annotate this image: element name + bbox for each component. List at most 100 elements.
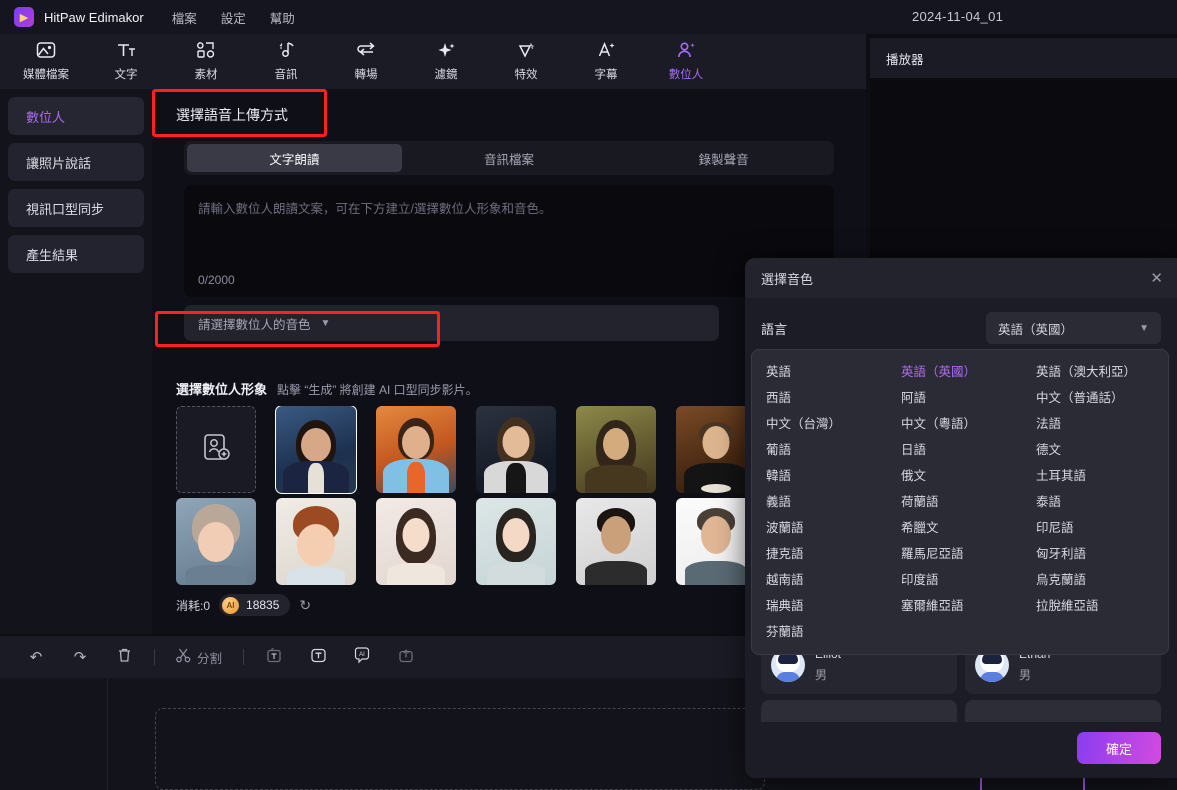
close-icon[interactable]: ✕ xyxy=(1150,269,1163,287)
language-option-30[interactable]: 芬蘭語 xyxy=(752,619,887,645)
delete-button[interactable] xyxy=(102,642,146,672)
crop-button[interactable] xyxy=(252,642,296,672)
language-option-4[interactable]: 阿語 xyxy=(887,385,1022,411)
language-option-1[interactable]: 英語（英國） xyxy=(887,359,1022,385)
language-option-28[interactable]: 塞爾維亞語 xyxy=(887,593,1022,619)
ribbon-label-text: 文字 xyxy=(114,69,138,81)
text-button[interactable] xyxy=(296,642,340,672)
language-option-11[interactable]: 德文 xyxy=(1022,437,1162,463)
avatar-card-asian-woman-2[interactable] xyxy=(476,498,556,585)
trash-icon xyxy=(117,647,132,667)
language-option-19[interactable]: 希臘文 xyxy=(887,515,1022,541)
ribbon-tool-text[interactable]: 文字 xyxy=(92,41,160,82)
ribbon-tool-assets[interactable]: 素材 xyxy=(172,41,240,82)
language-option-17[interactable]: 泰語 xyxy=(1022,489,1162,515)
language-option-16[interactable]: 荷蘭語 xyxy=(887,489,1022,515)
language-option-9[interactable]: 葡語 xyxy=(752,437,887,463)
language-option-29[interactable]: 拉脫維亞語 xyxy=(1022,593,1162,619)
language-option-27[interactable]: 瑞典語 xyxy=(752,593,887,619)
language-option-26[interactable]: 烏克蘭語 xyxy=(1022,567,1162,593)
sidebar-item-video-lipsync[interactable]: 視訊口型同步 xyxy=(8,189,144,227)
menu-item-help[interactable]: 幫助 xyxy=(270,8,295,27)
avatar-card-asian-woman-1[interactable] xyxy=(376,498,456,585)
tab-audio-file[interactable]: 音訊檔案 xyxy=(402,144,617,172)
ribbon-tool-audio[interactable]: 音訊 xyxy=(252,41,320,82)
ribbon-tool-transition[interactable]: 轉場 xyxy=(332,41,400,82)
language-option-15[interactable]: 義語 xyxy=(752,489,887,515)
language-option-10[interactable]: 日語 xyxy=(887,437,1022,463)
tab-text-to-speech[interactable]: 文字朗讀 xyxy=(187,144,402,172)
tab-label-audio: 音訊檔案 xyxy=(484,152,535,167)
avatar-card-mona-lisa[interactable] xyxy=(576,406,656,493)
language-option-21[interactable]: 捷克語 xyxy=(752,541,887,567)
language-option-22[interactable]: 羅馬尼亞語 xyxy=(887,541,1022,567)
avatar-card-man-glasses-dark[interactable] xyxy=(576,498,656,585)
avatar-card-cartoon-girl-glasses[interactable] xyxy=(176,498,256,585)
tab-label-record: 錄製聲音 xyxy=(698,152,749,167)
confirm-button[interactable]: 確定 xyxy=(1077,732,1161,764)
sidebar-label-photo-talk: 讓照片說話 xyxy=(26,155,92,171)
voice-card-partial-1[interactable] xyxy=(761,700,957,722)
modal-title: 選擇音色 xyxy=(761,271,814,287)
ai-button[interactable]: AI xyxy=(340,642,384,672)
avatar-card-shakespeare[interactable] xyxy=(676,406,756,493)
language-select[interactable]: 英語（英國） ▼ xyxy=(986,312,1161,344)
redo-button[interactable]: ↷ xyxy=(58,642,102,672)
refresh-icon[interactable]: ↻ xyxy=(299,597,311,614)
timeline-drop-zone[interactable] xyxy=(155,708,765,790)
language-option-23[interactable]: 匈牙利語 xyxy=(1022,541,1162,567)
ribbon-tool-subtitle[interactable]: 字幕 xyxy=(572,41,640,82)
language-option-13[interactable]: 俄文 xyxy=(887,463,1022,489)
add-avatar-card[interactable] xyxy=(176,406,256,493)
app-title: HitPaw Edimakor xyxy=(44,9,144,25)
tab-record-voice[interactable]: 錄製聲音 xyxy=(616,144,831,172)
menu-item-file[interactable]: 檔案 xyxy=(172,8,197,27)
menu-item-settings[interactable]: 設定 xyxy=(221,8,246,27)
export-clip-button[interactable] xyxy=(384,642,428,672)
credits-pill[interactable]: AI 18835 xyxy=(219,594,291,616)
crop-text-icon xyxy=(266,647,282,667)
ribbon-label-subtitle: 字幕 xyxy=(594,69,618,81)
voice-select-dropdown[interactable]: 請選擇數位人的音色 ▼ xyxy=(184,305,719,341)
sidebar-label-results: 產生結果 xyxy=(26,247,79,263)
voice-card-partial-2[interactable] xyxy=(965,700,1161,722)
ribbon-label-assets: 素材 xyxy=(194,69,218,81)
sidebar-item-digital-human[interactable]: 數位人 xyxy=(8,97,144,135)
language-option-2[interactable]: 英語（澳大利亞） xyxy=(1022,359,1162,385)
script-textarea[interactable]: 請輸入數位人朗讀文案，可在下方建立/選擇數位人形象和音色。 0/2000 xyxy=(184,185,834,297)
language-option-0[interactable]: 英語 xyxy=(752,359,887,385)
language-option-25[interactable]: 印度語 xyxy=(887,567,1022,593)
ribbon-label-media: 媒體檔案 xyxy=(23,69,69,81)
undo-button[interactable]: ↶ xyxy=(14,642,58,672)
avatar-card-businesswoman-navy[interactable] xyxy=(275,406,357,494)
language-option-5[interactable]: 中文（普通話） xyxy=(1022,385,1162,411)
avatar-card-woman-blue-blazer[interactable] xyxy=(376,406,456,493)
avatar-card-man-glasses-grey[interactable] xyxy=(676,498,756,585)
svg-text:AI: AI xyxy=(359,652,365,658)
language-option-14[interactable]: 土耳其語 xyxy=(1022,463,1162,489)
ribbon-tool-filter[interactable]: 濾鏡 xyxy=(412,41,480,82)
chevron-down-icon: ▼ xyxy=(320,317,331,329)
avatar-card-woman-white-jacket[interactable] xyxy=(476,406,556,493)
language-option-20[interactable]: 印尼語 xyxy=(1022,515,1162,541)
language-option-24[interactable]: 越南語 xyxy=(752,567,887,593)
sidebar-item-photo-talk[interactable]: 讓照片說話 xyxy=(8,143,144,181)
language-option-7[interactable]: 中文（粵語） xyxy=(887,411,1022,437)
split-button[interactable]: 分割 xyxy=(163,642,235,672)
ribbon-tool-effects[interactable]: 特效 xyxy=(492,41,560,82)
panel-title: 選擇語音上傳方式 xyxy=(152,89,866,141)
scissors-icon xyxy=(176,648,191,666)
language-option-3[interactable]: 西語 xyxy=(752,385,887,411)
language-option-18[interactable]: 波蘭語 xyxy=(752,515,887,541)
script-placeholder: 請輸入數位人朗讀文案，可在下方建立/選擇數位人形象和音色。 xyxy=(198,202,552,216)
credits-bar: 消耗:0 AI 18835 ↻ xyxy=(176,594,311,616)
sidebar-item-results[interactable]: 產生結果 xyxy=(8,235,144,273)
ribbon-tool-digital-human[interactable]: 數位人 xyxy=(652,41,720,82)
ribbon-tool-media[interactable]: 媒體檔案 xyxy=(12,41,80,82)
language-option-8[interactable]: 法語 xyxy=(1022,411,1162,437)
avatar-card-cartoon-boy[interactable] xyxy=(276,498,356,585)
language-option-6[interactable]: 中文（台灣） xyxy=(752,411,887,437)
language-option-12[interactable]: 韓語 xyxy=(752,463,887,489)
transition-icon xyxy=(355,41,377,63)
ribbon-label-audio: 音訊 xyxy=(274,69,298,81)
